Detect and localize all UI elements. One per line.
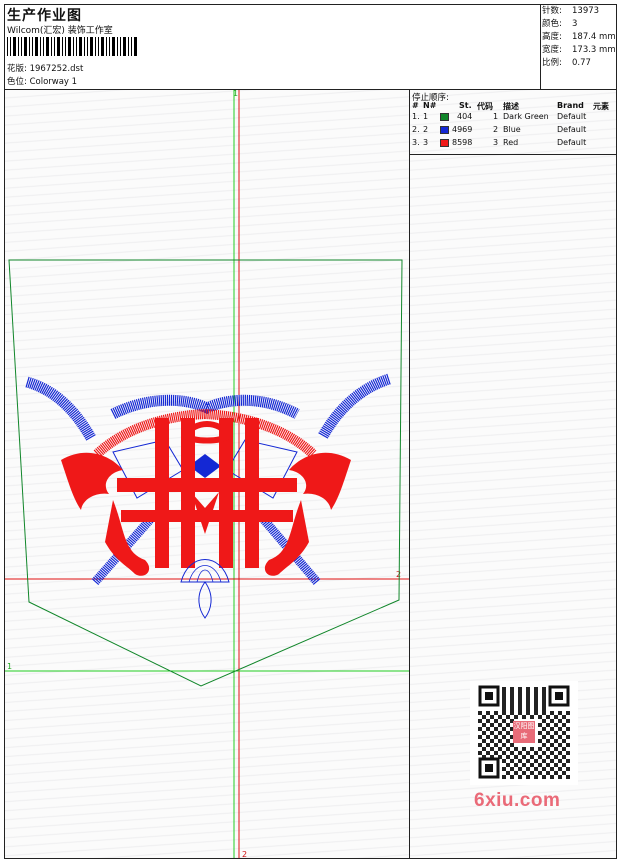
table-row: 3. 3 8598 3 Red Default	[412, 138, 587, 147]
qr-badge: 汉阳图库	[513, 721, 535, 743]
guide-marker-right: 2	[396, 570, 401, 579]
red-left-scroll	[61, 452, 123, 510]
table-row: 2. 2 4969 2 Blue Default	[412, 125, 587, 134]
studio-subtitle: Wilcom(汇宏) 装饰工作室	[7, 26, 113, 36]
stat-height: 高度: 187.4 mm	[542, 32, 616, 42]
guide-marker-top: 1	[233, 90, 238, 98]
colorway-line: 色位: Colorway 1	[7, 75, 77, 87]
design-file-line: 花版: 1967252.dst	[7, 62, 83, 74]
red-pillar-right	[245, 418, 259, 568]
embroidery-drawing: 1 2 1 2	[5, 90, 409, 858]
design-stats: 针数: 13973 颜色: 3 高度: 187.4 mm 宽度: 173.3 mm 比例…	[542, 5, 616, 70]
barcode-icon	[7, 37, 137, 56]
stat-scale: 比例: 0.77	[542, 58, 591, 68]
table-header: # N# St. 代码 描述 Brand 元素	[412, 101, 609, 111]
red-center-ring	[180, 421, 234, 444]
blue-top-arch	[110, 394, 300, 419]
watermark-text: 6xiu.com	[474, 790, 561, 811]
page-title: 生产作业图	[7, 8, 82, 24]
stat-stitches: 针数: 13973	[542, 6, 600, 16]
qr-code: 汉阳图库	[470, 681, 578, 785]
color-swatch	[440, 126, 449, 134]
design-canvas: 1 2 1 2	[5, 90, 409, 858]
colorway-label: 色位:	[7, 77, 27, 87]
blue-lace-drop	[198, 581, 212, 619]
blue-left-wing	[25, 376, 96, 441]
stats-divider	[540, 4, 541, 89]
table-divider	[410, 154, 616, 155]
table-row: 1. 1 404 1 Dark Green Default	[412, 112, 587, 121]
color-swatch	[440, 139, 449, 147]
blue-right-wing	[318, 373, 391, 439]
stop-sequence-table: # N# St. 代码 描述 Brand 元素 1. 1 404 1 Dark …	[410, 101, 616, 151]
design-file-label: 花版:	[7, 64, 27, 74]
color-swatch	[440, 113, 449, 121]
red-crossbar-top	[117, 478, 297, 492]
design-file-value: 1967252.dst	[29, 64, 84, 74]
guide-marker-bottom: 2	[242, 850, 247, 858]
colorway-value: Colorway 1	[29, 77, 78, 87]
guide-marker-left: 1	[7, 662, 12, 671]
red-pillar-left	[155, 418, 169, 568]
stat-colors: 颜色: 3	[542, 19, 578, 29]
stat-width: 宽度: 173.3 mm	[542, 45, 616, 55]
red-right-scroll	[289, 452, 351, 510]
